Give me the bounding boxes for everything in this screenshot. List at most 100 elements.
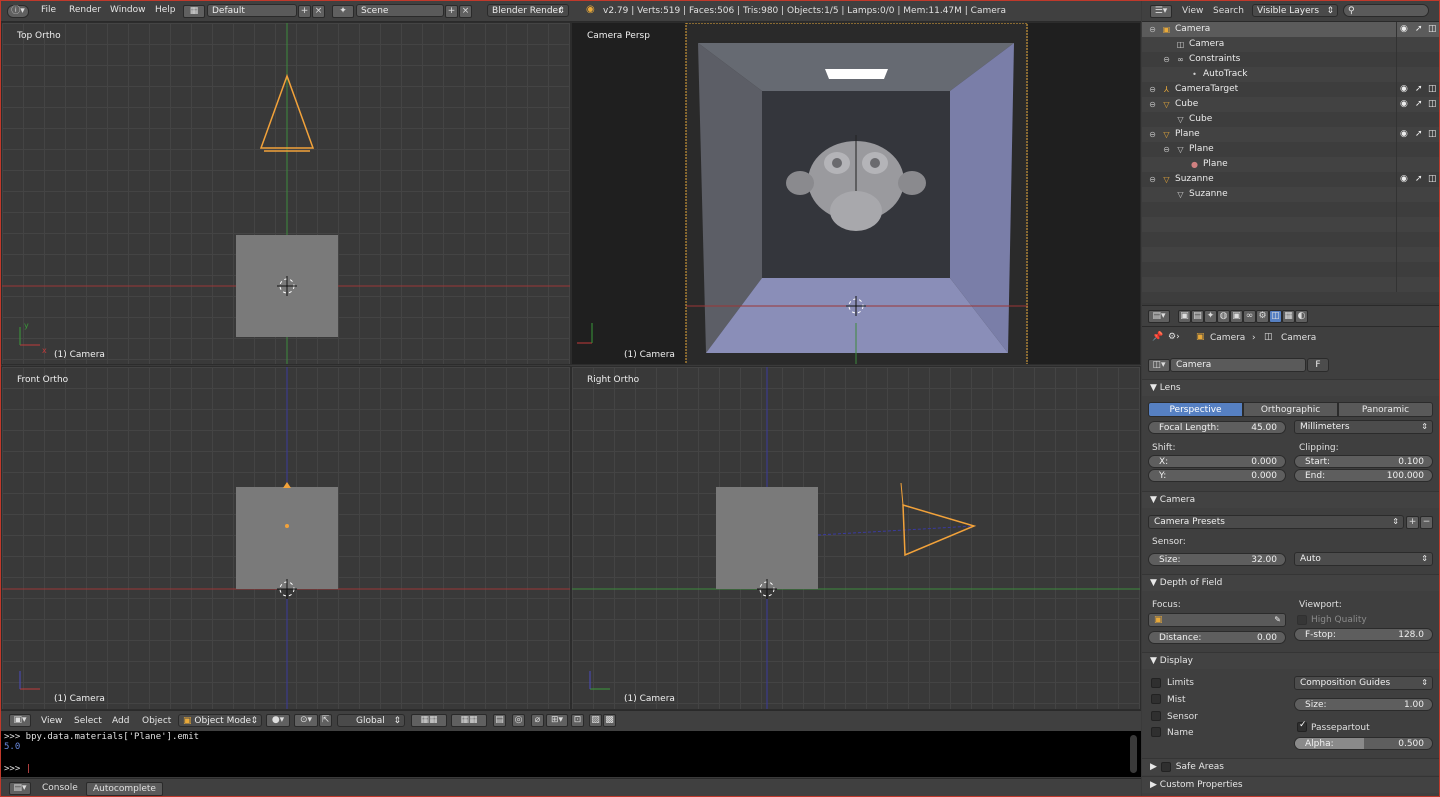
tab-object-icon[interactable]: ▣ [1230,310,1243,323]
render-image-icon[interactable]: ▨ [589,714,602,727]
snap-icon[interactable]: ⌀ [531,714,544,727]
editor-type-info-icon[interactable]: ⓘ▾ [7,5,29,18]
scene-icon[interactable]: ✦ [332,5,354,18]
menu-select[interactable]: Select [74,716,102,726]
lens-type-orthographic[interactable]: Orthographic [1243,402,1338,417]
outliner-search-input[interactable]: ⚲ [1343,4,1429,17]
menu-window[interactable]: Window [110,5,146,15]
expand-toggle-icon[interactable]: ⊖ [1162,145,1171,154]
outliner-row[interactable]: ⊖ ▣ Camera ◉ ➚ ◫ [1142,22,1439,37]
scene-field[interactable]: Scene [356,4,444,17]
screen-layout-field[interactable]: Default [207,4,297,17]
autocomplete-button[interactable]: Autocomplete [86,782,163,796]
outliner-menu-search[interactable]: Search [1213,6,1244,16]
expand-toggle-icon[interactable]: ⊖ [1162,55,1171,64]
safe-areas-checkbox[interactable] [1161,762,1171,772]
add-layout-button[interactable]: + [298,5,311,18]
snap-element-icon[interactable]: ⊞▾ [546,714,568,727]
menu-help[interactable]: Help [155,5,176,15]
console-scrollbar[interactable] [1130,735,1137,773]
menu-file[interactable]: File [41,5,56,15]
expand-toggle-icon[interactable]: ⊖ [1148,130,1157,139]
render-animation-icon[interactable]: ▩ [603,714,616,727]
display-panel-header[interactable]: ▼ Display [1142,652,1439,669]
lens-panel-header[interactable]: ▼ Lens [1142,379,1439,396]
pivot-point-icon[interactable]: ⊙▾ [294,714,318,727]
outliner-row[interactable]: ⊖ ▽ Plane ◉ ➚ ◫ [1142,127,1439,142]
tab-render-icon[interactable]: ▣ [1178,310,1191,323]
mode-select[interactable]: ▣ Object Mode ⇕ [178,714,262,727]
transform-orientation-select[interactable]: Global ⇕ [337,714,405,727]
outliner-row[interactable]: ◫ Camera [1142,37,1439,52]
layers-grid-icon[interactable]: ▦▦ [411,714,447,727]
expand-toggle-icon[interactable]: ⊖ [1148,85,1157,94]
outliner-menu-view[interactable]: View [1182,6,1203,16]
outliner-row[interactable]: • AutoTrack [1142,67,1439,82]
viewport-front-ortho[interactable]: Front Ortho (1) Camera [1,366,571,710]
pin-icon[interactable]: 📌 [1152,332,1163,342]
fake-user-button[interactable]: F [1307,358,1329,372]
camera-datablock-field[interactable]: Camera [1170,358,1306,372]
focal-length-field[interactable]: Focal Length: 45.00 [1148,421,1286,434]
fstop-field[interactable]: F-stop: 128.0 [1294,628,1433,641]
python-console[interactable]: >>> bpy.data.materials['Plane'].emit 5.0… [1,731,1141,777]
manipulator-icon[interactable]: ⇱ [319,714,332,727]
outliner-row[interactable]: ⊖ ▽ Plane [1142,142,1439,157]
snap-target-icon[interactable]: ⊡ [571,714,584,727]
editor-type-outliner-icon[interactable]: ☰▾ [1150,5,1172,18]
tab-camera-data-icon[interactable]: ◫ [1269,310,1282,323]
safe-areas-panel-header[interactable]: ▶ Safe Areas [1142,758,1439,775]
lens-type-perspective[interactable]: Perspective [1148,402,1243,417]
dof-panel-header[interactable]: ▼ Depth of Field [1142,574,1439,591]
tab-physics-icon[interactable]: ◐ [1295,310,1308,323]
menu-object[interactable]: Object [142,716,171,726]
viewport-shading-icon[interactable]: ●▾ [266,714,290,727]
console-prompt[interactable]: >>> | [4,764,31,774]
custom-properties-panel-header[interactable]: ▶ Custom Properties [1142,776,1439,793]
camera-panel-header[interactable]: ▼ Camera [1142,491,1439,508]
clip-start-field[interactable]: Start: 0.100 [1294,455,1433,468]
remove-layout-button[interactable]: × [312,5,325,18]
name-checkbox[interactable] [1151,727,1161,737]
sensor-checkbox[interactable] [1151,711,1161,721]
viewport-right-ortho[interactable]: Right Ortho (1) Camera [571,366,1141,710]
tab-texture-icon[interactable]: ▦ [1282,310,1295,323]
menu-add[interactable]: Add [112,716,129,726]
passepartout-checkbox[interactable] [1297,720,1307,732]
tab-modifiers-icon[interactable]: ⚙ [1256,310,1269,323]
dof-distance-field[interactable]: Distance: 0.00 [1148,631,1286,644]
remove-preset-button[interactable]: − [1420,516,1433,529]
outliner-row[interactable]: ▽ Cube [1142,112,1439,127]
camera-presets-select[interactable]: Camera Presets ⇕ [1148,515,1404,529]
shift-y-field[interactable]: Y: 0.000 [1148,469,1286,482]
editor-type-properties-icon[interactable]: ▤▾ [1148,310,1170,323]
limits-checkbox[interactable] [1151,678,1161,688]
outliner-row[interactable]: ▽ Suzanne [1142,187,1439,202]
expand-toggle-icon[interactable]: ⊖ [1148,100,1157,109]
datablock-browse-icon[interactable]: ◫▾ [1148,359,1170,372]
clip-end-field[interactable]: End: 100.000 [1294,469,1433,482]
layers-grid-icon[interactable]: ▦▦ [451,714,487,727]
lock-layers-icon[interactable]: ▤ [493,714,506,727]
lens-unit-select[interactable]: Millimeters ⇕ [1294,420,1433,434]
editor-type-console-icon[interactable]: ▤▾ [9,782,31,795]
tab-world-icon[interactable]: ◍ [1217,310,1230,323]
viewport-top-ortho[interactable]: y x Top Ortho (1) Camera [1,22,571,365]
outliner-row[interactable]: ⊖ ▽ Suzanne ◉ ➚ ◫ [1142,172,1439,187]
render-engine-select[interactable]: Blender Render ⇕ [487,4,569,17]
add-preset-button[interactable]: + [1406,516,1419,529]
outliner-row[interactable]: ● Plane [1142,157,1439,172]
sensor-fit-select[interactable]: Auto ⇕ [1294,552,1433,566]
shift-x-field[interactable]: X: 0.000 [1148,455,1286,468]
outliner-row[interactable]: ⊖ ∞ Constraints [1142,52,1439,67]
remove-scene-button[interactable]: × [459,5,472,18]
tab-scene-icon[interactable]: ✦ [1204,310,1217,323]
outliner-row[interactable]: ⊖ ⅄ CameraTarget ◉ ➚ ◫ [1142,82,1439,97]
display-size-field[interactable]: Size: 1.00 [1294,698,1433,711]
expand-toggle-icon[interactable]: ⊖ [1148,175,1157,184]
lens-type-panoramic[interactable]: Panoramic [1338,402,1433,417]
eyedropper-icon[interactable]: ✎ [1274,614,1281,626]
outliner-display-mode-select[interactable]: Visible Layers ⇕ [1252,4,1338,17]
focus-object-field[interactable]: ▣ ✎ [1148,613,1286,627]
screen-layout-icon[interactable]: ▦ [183,5,205,18]
